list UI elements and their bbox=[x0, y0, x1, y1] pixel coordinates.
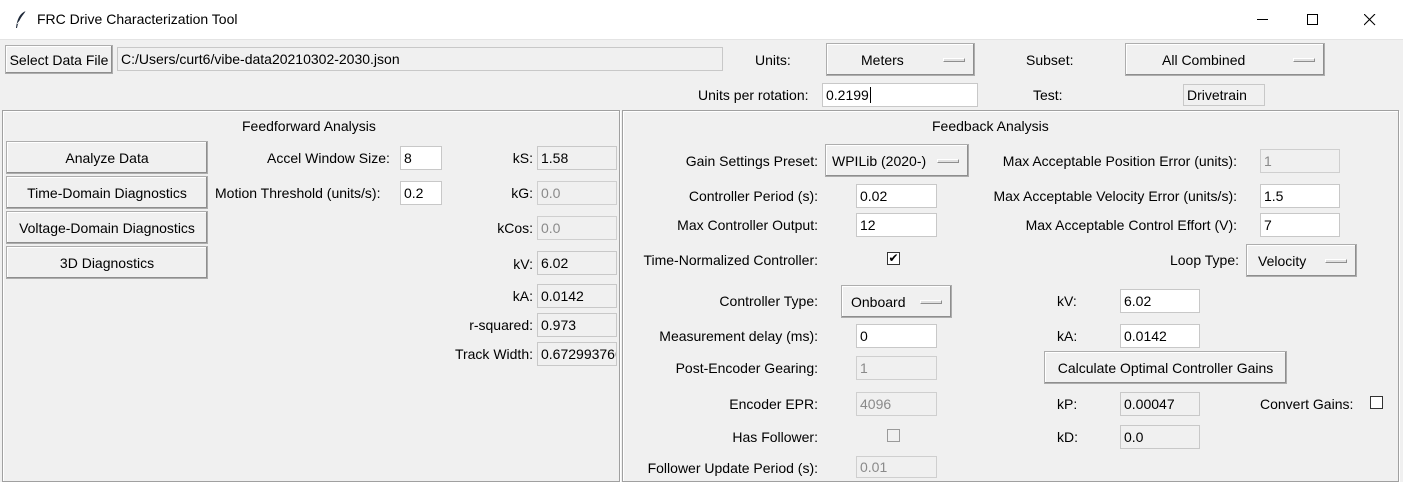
units-per-rotation-input[interactable]: 0.2199 bbox=[822, 83, 978, 107]
kcos-value: 0.0 bbox=[537, 216, 617, 240]
units-dropdown[interactable]: Meters bbox=[826, 43, 975, 76]
ka-value: 0.0142 bbox=[537, 284, 617, 308]
encoder-epr-input: 4096 bbox=[856, 392, 937, 416]
encoder-epr-label: Encoder EPR: bbox=[729, 396, 818, 412]
kd-value: 0.0 bbox=[1120, 425, 1200, 449]
controller-period-label: Controller Period (s): bbox=[688, 188, 818, 204]
max-position-error-input: 1 bbox=[1260, 149, 1340, 173]
feedback-ka-label: kA: bbox=[1057, 328, 1078, 344]
analyze-data-button[interactable]: Analyze Data bbox=[6, 141, 208, 174]
measurement-delay-label: Measurement delay (ms): bbox=[659, 328, 818, 344]
max-output-input[interactable]: 12 bbox=[856, 213, 937, 237]
time-normalized-checkbox[interactable]: ✔ bbox=[887, 252, 900, 265]
ks-value: 1.58 bbox=[537, 146, 617, 170]
test-value-field: Drivetrain bbox=[1183, 84, 1265, 106]
title-bar: FRC Drive Characterization Tool bbox=[0, 0, 1403, 40]
motion-threshold-label: Motion Threshold (units/s): bbox=[215, 185, 381, 201]
feedback-kv-label: kV: bbox=[1057, 293, 1077, 309]
text-cursor bbox=[869, 87, 871, 103]
kp-value: 0.00047 bbox=[1120, 392, 1200, 416]
has-follower-label: Has Follower: bbox=[732, 429, 818, 445]
convert-gains-checkbox[interactable] bbox=[1370, 396, 1383, 409]
controller-type-label: Controller Type: bbox=[719, 293, 818, 309]
gain-preset-selected-value: WPILib (2020-) bbox=[832, 152, 927, 169]
feedback-ka-input[interactable]: 0.0142 bbox=[1120, 324, 1200, 348]
track-width-value: 0.672993766 bbox=[537, 342, 617, 366]
kg-value: 0.0 bbox=[537, 181, 617, 205]
gain-preset-label: Gain Settings Preset: bbox=[685, 153, 818, 169]
max-velocity-error-input[interactable]: 1.5 bbox=[1260, 184, 1340, 208]
feedback-title: Feedback Analysis bbox=[932, 118, 1049, 134]
accel-window-label: Accel Window Size: bbox=[267, 150, 390, 166]
window-title: FRC Drive Characterization Tool bbox=[37, 11, 238, 27]
maximize-button[interactable] bbox=[1290, 0, 1336, 40]
kp-label: kP: bbox=[1057, 396, 1078, 412]
max-position-error-label: Max Acceptable Position Error (units): bbox=[1002, 153, 1237, 169]
calculate-optimal-gains-button[interactable]: Calculate Optimal Controller Gains bbox=[1044, 351, 1287, 384]
loop-type-selected-value: Velocity bbox=[1258, 252, 1307, 269]
dropdown-indicator-icon bbox=[1325, 258, 1347, 263]
kd-label: kD: bbox=[1057, 429, 1078, 445]
dropdown-indicator-icon bbox=[943, 57, 965, 62]
subset-dropdown[interactable]: All Combined bbox=[1125, 43, 1325, 76]
feedforward-title: Feedforward Analysis bbox=[242, 118, 376, 134]
units-per-rotation-value: 0.2199 bbox=[826, 87, 869, 103]
dropdown-indicator-icon bbox=[937, 158, 959, 163]
track-width-label: Track Width: bbox=[454, 346, 533, 362]
post-encoder-gearing-label: Post-Encoder Gearing: bbox=[675, 360, 818, 376]
controller-period-input[interactable]: 0.02 bbox=[856, 184, 937, 208]
feedback-kv-input[interactable]: 6.02 bbox=[1120, 289, 1200, 313]
units-selected-value: Meters bbox=[861, 51, 904, 68]
max-velocity-error-label: Max Acceptable Velocity Error (units/s): bbox=[993, 188, 1237, 204]
controller-type-dropdown[interactable]: Onboard bbox=[841, 285, 952, 318]
feather-icon bbox=[16, 10, 27, 28]
kv-label: kV: bbox=[513, 256, 533, 272]
ka-label: kA: bbox=[512, 288, 533, 304]
controller-type-selected-value: Onboard bbox=[851, 293, 906, 310]
dropdown-indicator-icon bbox=[1293, 57, 1315, 62]
maximize-icon bbox=[1307, 14, 1318, 25]
subset-selected-value: All Combined bbox=[1162, 51, 1246, 68]
3d-diagnostics-button[interactable]: 3D Diagnostics bbox=[6, 246, 208, 279]
close-icon bbox=[1364, 14, 1376, 26]
motion-threshold-input[interactable]: 0.2 bbox=[400, 181, 442, 205]
units-per-rotation-label: Units per rotation: bbox=[698, 87, 809, 103]
convert-gains-label: Convert Gains: bbox=[1260, 396, 1354, 412]
r-squared-label: r-squared: bbox=[469, 317, 533, 333]
subset-label: Subset: bbox=[1026, 52, 1074, 68]
gain-preset-dropdown[interactable]: WPILib (2020-) bbox=[825, 144, 969, 177]
r-squared-value: 0.973 bbox=[537, 313, 617, 337]
check-mark-icon: ✔ bbox=[888, 251, 899, 265]
data-file-path-field: C:/Users/curt6/vibe-data20210302-2030.js… bbox=[117, 47, 723, 71]
follower-update-period-label: Follower Update Period (s): bbox=[647, 460, 818, 476]
max-control-effort-input[interactable]: 7 bbox=[1260, 213, 1340, 237]
post-encoder-gearing-input: 1 bbox=[856, 356, 937, 380]
voltage-domain-diagnostics-button[interactable]: Voltage-Domain Diagnostics bbox=[6, 211, 208, 244]
accel-window-input[interactable]: 8 bbox=[400, 146, 442, 170]
max-output-label: Max Controller Output: bbox=[677, 217, 818, 233]
minimize-button[interactable] bbox=[1240, 0, 1286, 40]
units-label: Units: bbox=[755, 52, 791, 68]
has-follower-checkbox bbox=[887, 429, 900, 442]
kg-label: kG: bbox=[511, 185, 533, 201]
max-control-effort-label: Max Acceptable Control Effort (V): bbox=[1025, 217, 1237, 233]
kcos-label: kCos: bbox=[497, 220, 533, 236]
loop-type-label: Loop Type: bbox=[1169, 252, 1239, 268]
test-label: Test: bbox=[1033, 87, 1063, 103]
close-button[interactable] bbox=[1348, 0, 1394, 40]
measurement-delay-input[interactable]: 0 bbox=[856, 324, 937, 348]
loop-type-dropdown[interactable]: Velocity bbox=[1246, 244, 1357, 277]
follower-update-period-input: 0.01 bbox=[856, 456, 937, 478]
time-normalized-label: Time-Normalized Controller: bbox=[643, 252, 818, 268]
minimize-icon bbox=[1257, 19, 1268, 20]
time-domain-diagnostics-button[interactable]: Time-Domain Diagnostics bbox=[6, 176, 208, 209]
select-data-file-button[interactable]: Select Data File bbox=[5, 45, 113, 74]
ks-label: kS: bbox=[512, 150, 533, 166]
dropdown-indicator-icon bbox=[920, 299, 942, 304]
kv-value: 6.02 bbox=[537, 251, 617, 275]
